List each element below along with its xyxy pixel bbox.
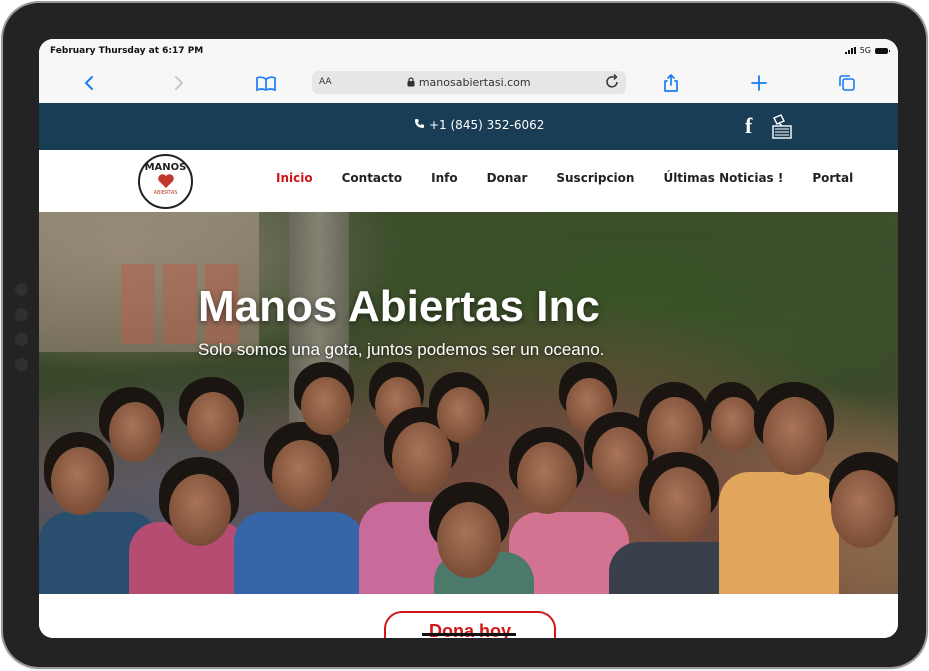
status-time: February Thursday at 6:17 PM [50,46,204,56]
status-bar: February Thursday at 6:17 PM 5G [39,39,898,63]
logo-text-top: MANOS [144,162,187,173]
donation-icon[interactable] [770,114,792,139]
site-navbar: MANOS ABIERTAS Inicio Contacto Info Dona… [39,150,898,212]
tablet-frame: February Thursday at 6:17 PM 5G AA manos… [3,3,926,667]
share-icon[interactable] [660,72,682,94]
browser-toolbar: AA manosabiertasi.com [39,63,898,104]
phone-icon [414,118,425,132]
reload-icon[interactable] [606,73,620,93]
back-icon[interactable] [79,72,101,94]
phone-link[interactable]: +1 (845) 352-6062 [414,118,544,132]
hero-banner: Manos Abiertas Inc Solo somos una gota, … [39,212,898,594]
forward-icon[interactable] [167,72,189,94]
donate-button[interactable]: Dona hoy [384,611,556,638]
nav-item-contacto[interactable]: Contacto [342,171,403,185]
nav-item-portal[interactable]: Portal [812,171,853,185]
camera-dots [15,283,31,383]
url-label: manosabiertasi.com [418,76,531,89]
address-bar[interactable]: AA manosabiertasi.com [312,71,626,94]
screen: February Thursday at 6:17 PM 5G AA manos… [39,39,898,638]
nav-item-suscripcion[interactable]: Suscripcion [556,171,634,185]
signal-icon [844,47,856,54]
bookmarks-icon[interactable] [255,72,277,94]
main-menu: Inicio Contacto Info Donar Suscripcion Ú… [276,171,882,185]
nav-item-info[interactable]: Info [431,171,457,185]
url-text: manosabiertasi.com [312,76,626,89]
heart-hands-icon [157,173,175,189]
logo-text-bottom: ABIERTAS [153,190,178,196]
network-label: 5G [859,46,871,55]
lock-icon [407,76,419,89]
new-tab-icon[interactable] [748,72,770,94]
facebook-icon[interactable]: f [745,113,752,139]
phone-number: +1 (845) 352-6062 [429,118,545,132]
content-section: Dona hoy [39,594,898,638]
nav-item-inicio[interactable]: Inicio [276,171,313,185]
donate-strike-line [422,633,516,636]
battery-icon [875,47,890,54]
nav-item-donar[interactable]: Donar [487,171,528,185]
site-topbar: +1 (845) 352-6062 f [39,103,898,150]
status-indicators: 5G [844,46,890,55]
nav-item-noticias[interactable]: Últimas Noticias ! [663,171,783,185]
site-logo[interactable]: MANOS ABIERTAS [138,154,193,209]
tabs-icon[interactable] [836,72,858,94]
hero-subtitle: Solo somos una gota, juntos podemos ser … [198,340,605,359]
hero-title: Manos Abiertas Inc [198,282,600,331]
